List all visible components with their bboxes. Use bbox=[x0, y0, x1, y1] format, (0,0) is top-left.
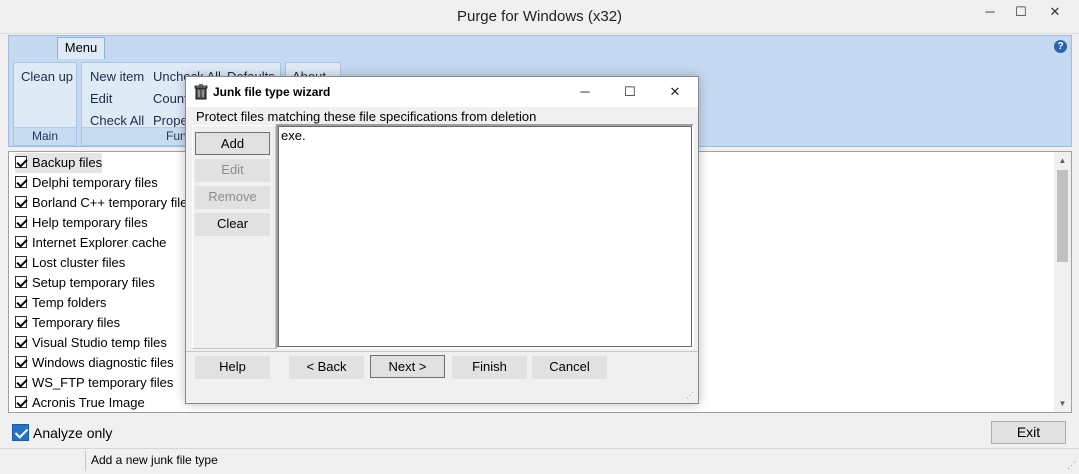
status-divider bbox=[85, 451, 86, 471]
list-item-label: Help temporary files bbox=[32, 215, 148, 230]
checkbox[interactable] bbox=[15, 276, 27, 288]
list-item[interactable]: Delphi temporary files bbox=[15, 173, 158, 193]
list-item-label: Temporary files bbox=[32, 315, 121, 330]
help-button[interactable]: Help bbox=[195, 356, 270, 379]
checkbox[interactable] bbox=[15, 196, 27, 208]
checkbox[interactable] bbox=[15, 396, 27, 408]
new-item-button[interactable]: New item bbox=[90, 69, 144, 84]
checkbox[interactable] bbox=[15, 156, 27, 168]
checkbox[interactable] bbox=[15, 296, 27, 308]
list-item-label: Setup temporary files bbox=[32, 275, 155, 290]
cancel-button[interactable]: Cancel bbox=[532, 356, 607, 379]
list-item-label: Delphi temporary files bbox=[32, 175, 158, 190]
scroll-thumb[interactable] bbox=[1057, 170, 1068, 262]
analyze-only-checkbox[interactable]: Analyze only bbox=[12, 424, 112, 442]
checkbox[interactable] bbox=[15, 256, 27, 268]
scroll-up-icon[interactable]: ▲ bbox=[1054, 152, 1071, 169]
checkbox[interactable] bbox=[15, 176, 27, 188]
dialog-close-button[interactable]: ✕ bbox=[661, 81, 689, 103]
scroll-down-icon[interactable]: ▼ bbox=[1054, 395, 1071, 412]
ribbon-group-main-label: Main bbox=[14, 127, 76, 145]
checkbox[interactable] bbox=[15, 336, 27, 348]
list-item-label: WS_FTP temporary files bbox=[32, 375, 174, 390]
trash-can-icon bbox=[194, 84, 208, 100]
title-bar: Purge for Windows (x32) ─ ☐ ✕ bbox=[0, 0, 1079, 34]
properties-button[interactable]: Prope bbox=[153, 113, 188, 128]
clean-up-button[interactable]: Clean up bbox=[21, 69, 73, 84]
list-item-label: Lost cluster files bbox=[32, 255, 126, 270]
checkbox[interactable] bbox=[15, 316, 27, 328]
list-item-label: Internet Explorer cache bbox=[32, 235, 167, 250]
close-button[interactable]: ✕ bbox=[1037, 0, 1073, 26]
maximize-button[interactable]: ☐ bbox=[1006, 0, 1036, 26]
add-button[interactable]: Add bbox=[195, 132, 270, 155]
status-bar: Add a new junk file type ⋰ bbox=[0, 448, 1079, 474]
list-item[interactable]: Windows diagnostic files bbox=[15, 353, 174, 373]
analyze-only-label: Analyze only bbox=[33, 425, 113, 441]
count-button[interactable]: Count bbox=[153, 91, 188, 106]
list-item-label: Acronis True Image bbox=[32, 395, 145, 410]
list-item[interactable]: WS_FTP temporary files bbox=[15, 373, 173, 393]
clear-button[interactable]: Clear bbox=[195, 213, 270, 236]
list-item[interactable]: Backup files bbox=[15, 153, 103, 173]
dialog-resize-grip-icon[interactable]: ⋰ bbox=[686, 391, 694, 400]
list-item[interactable]: Setup temporary files bbox=[15, 273, 155, 293]
file-spec-content: exe. bbox=[281, 128, 306, 143]
checkbox[interactable] bbox=[15, 356, 27, 368]
ribbon-group-main: Clean up Main bbox=[13, 62, 77, 146]
status-text: Add a new junk file type bbox=[91, 453, 218, 467]
junk-file-type-wizard-dialog: Junk file type wizard ─ ☐ ✕ Protect file… bbox=[185, 76, 699, 404]
list-item[interactable]: Temporary files bbox=[15, 313, 120, 333]
dialog-minimize-button[interactable]: ─ bbox=[571, 81, 599, 103]
list-item[interactable]: Help temporary files bbox=[15, 213, 148, 233]
list-item-label: Visual Studio temp files bbox=[32, 335, 167, 350]
list-item[interactable]: Internet Explorer cache bbox=[15, 233, 166, 253]
list-item-label: Borland C++ temporary file bbox=[32, 195, 188, 210]
dialog-nav-bar: Help < Back Next > Finish Cancel ⋰ bbox=[186, 351, 698, 403]
checkbox[interactable] bbox=[15, 216, 27, 228]
edit-spec-button[interactable]: Edit bbox=[195, 159, 270, 182]
list-item[interactable]: Lost cluster files bbox=[15, 253, 125, 273]
window-title: Purge for Windows (x32) bbox=[456, 8, 623, 25]
tab-menu[interactable]: Menu bbox=[57, 37, 105, 59]
exit-button[interactable]: Exit bbox=[991, 421, 1066, 444]
list-item[interactable]: Temp folders bbox=[15, 293, 106, 313]
remove-button[interactable]: Remove bbox=[195, 186, 270, 209]
file-spec-textarea[interactable]: exe. bbox=[276, 124, 694, 349]
resize-grip-icon[interactable]: ⋰ bbox=[1067, 460, 1076, 471]
vertical-scrollbar[interactable]: ▲ ▼ bbox=[1054, 152, 1071, 412]
list-item[interactable]: Visual Studio temp files bbox=[15, 333, 167, 353]
checkbox[interactable] bbox=[15, 376, 27, 388]
help-icon[interactable]: ? bbox=[1054, 40, 1067, 53]
list-item-label: Temp folders bbox=[32, 295, 107, 310]
list-item[interactable]: Acronis True Image bbox=[15, 393, 145, 412]
minimize-button[interactable]: ─ bbox=[975, 0, 1005, 26]
back-button[interactable]: < Back bbox=[289, 356, 364, 379]
finish-button[interactable]: Finish bbox=[452, 356, 527, 379]
checkbox[interactable] bbox=[15, 236, 27, 248]
dialog-maximize-button[interactable]: ☐ bbox=[616, 81, 644, 103]
textarea-border bbox=[278, 126, 692, 347]
dialog-prompt: Protect files matching these file specif… bbox=[196, 109, 537, 124]
next-button[interactable]: Next > bbox=[370, 355, 445, 378]
edit-button[interactable]: Edit bbox=[90, 91, 112, 106]
list-item-label: Backup files bbox=[32, 155, 103, 170]
check-all-button[interactable]: Check All bbox=[90, 113, 144, 128]
list-item[interactable]: Borland C++ temporary file bbox=[15, 193, 187, 213]
dialog-title: Junk file type wizard bbox=[213, 85, 331, 99]
checkbox-checked-icon[interactable] bbox=[12, 424, 29, 441]
dialog-title-bar: Junk file type wizard ─ ☐ ✕ bbox=[186, 77, 698, 107]
list-item-label: Windows diagnostic files bbox=[32, 355, 174, 370]
